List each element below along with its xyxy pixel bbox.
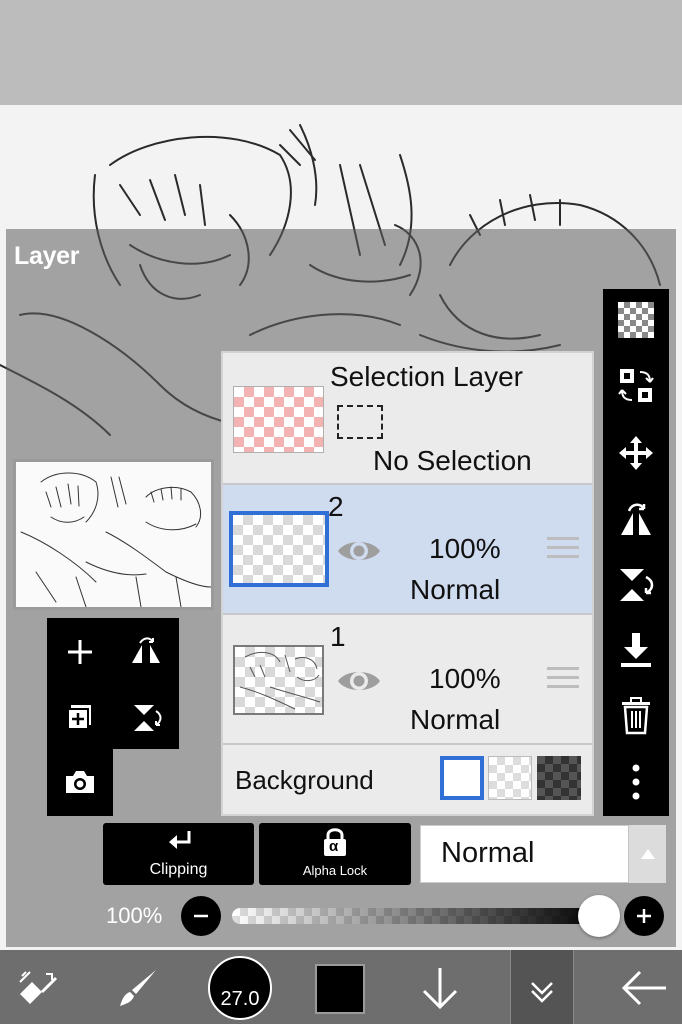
layer-opacity: 100% (429, 663, 501, 694)
selection-status: No Selection (373, 445, 532, 476)
opacity-increase-button[interactable] (624, 896, 664, 936)
opacity-slider-thumb[interactable] (578, 895, 620, 937)
layer-number: 2 (328, 491, 344, 522)
trash-icon[interactable] (612, 694, 660, 738)
selection-layer-row[interactable]: Selection Layer No Selection (223, 353, 592, 485)
opacity-label: 100% (106, 903, 163, 928)
minus-icon (194, 914, 208, 918)
lock-icon: α (321, 827, 349, 857)
merge-down-icon[interactable] (612, 628, 660, 672)
thumbnail-sketch (20, 472, 211, 607)
blend-mode-dropdown-toggle[interactable] (628, 825, 666, 883)
layer-blend-mode: Normal (410, 704, 501, 735)
brush-size-value: 27.0 (220, 988, 260, 1010)
clipping-button[interactable]: Clipping (103, 823, 254, 885)
layer-thumbnail-sketch (239, 651, 321, 710)
camera-icon[interactable] (57, 760, 103, 804)
background-row: Background (223, 745, 592, 814)
layer-row-2[interactable]: 2 100% Normal (223, 485, 592, 615)
selection-layer-thumbnail (233, 386, 324, 453)
layer-row-1[interactable]: 1 100% Normal (223, 615, 592, 745)
alpha-lock-label: Alpha Lock (302, 863, 368, 878)
flip-vertical-icon[interactable] (123, 696, 169, 740)
arrow-down-icon[interactable] (414, 962, 466, 1014)
add-page-icon[interactable] (57, 696, 103, 740)
chevron-up-icon (629, 825, 667, 883)
selection-marquee-icon (337, 405, 383, 439)
layer-thumbnail (229, 511, 329, 587)
visibility-eye-icon[interactable] (335, 533, 383, 569)
selection-layer-title: Selection Layer (330, 361, 524, 392)
panel-title: Layer (14, 242, 80, 270)
layer-thumbnail (233, 645, 324, 715)
color-swatch[interactable] (315, 964, 365, 1014)
background-white-option[interactable] (440, 756, 484, 800)
layer-list: Selection Layer No Selection 2 100% Norm… (221, 351, 594, 816)
background-dark-option[interactable] (537, 756, 581, 800)
layer-panel-toggle[interactable] (510, 950, 574, 1024)
drag-handle-icon[interactable] (547, 667, 579, 691)
layer-opacity: 100% (429, 533, 501, 564)
opacity-slider-track[interactable] (232, 908, 602, 924)
move-icon[interactable] (612, 431, 660, 475)
alpha-lock-button[interactable]: α Alpha Lock (259, 823, 411, 885)
back-arrow-icon[interactable] (616, 962, 672, 1014)
add-layer-icon[interactable] (57, 630, 103, 674)
more-vertical-icon[interactable] (612, 760, 660, 804)
alpha-symbol: α (329, 838, 339, 855)
flip-rotate-horizontal-icon[interactable] (612, 498, 660, 542)
opacity-decrease-button[interactable] (181, 896, 221, 936)
visibility-eye-icon[interactable] (335, 663, 383, 699)
top-bar (0, 0, 682, 105)
plus-icon (637, 909, 651, 923)
layer-convert-icon[interactable] (612, 364, 660, 408)
brush-icon[interactable] (112, 962, 164, 1014)
flip-rotate-vertical-icon[interactable] (612, 563, 660, 607)
transparent-checker-icon[interactable] (612, 298, 660, 342)
background-label: Background (235, 765, 374, 795)
background-transparent-option[interactable] (488, 756, 532, 800)
brush-size-indicator[interactable]: 27.0 (208, 956, 272, 1020)
collapse-icon (519, 970, 565, 1010)
canvas-thumbnail[interactable] (13, 459, 214, 610)
flip-horizontal-icon[interactable] (123, 630, 169, 674)
drag-handle-icon[interactable] (547, 537, 579, 561)
layer-number: 1 (330, 621, 346, 652)
opacity-slider-fill (232, 908, 602, 924)
clipping-label: Clipping (149, 861, 208, 878)
layer-blend-mode: Normal (410, 574, 501, 605)
transform-icon[interactable] (12, 962, 64, 1014)
blend-mode-value: Normal (441, 837, 535, 869)
clipping-arrow-icon (163, 827, 195, 857)
